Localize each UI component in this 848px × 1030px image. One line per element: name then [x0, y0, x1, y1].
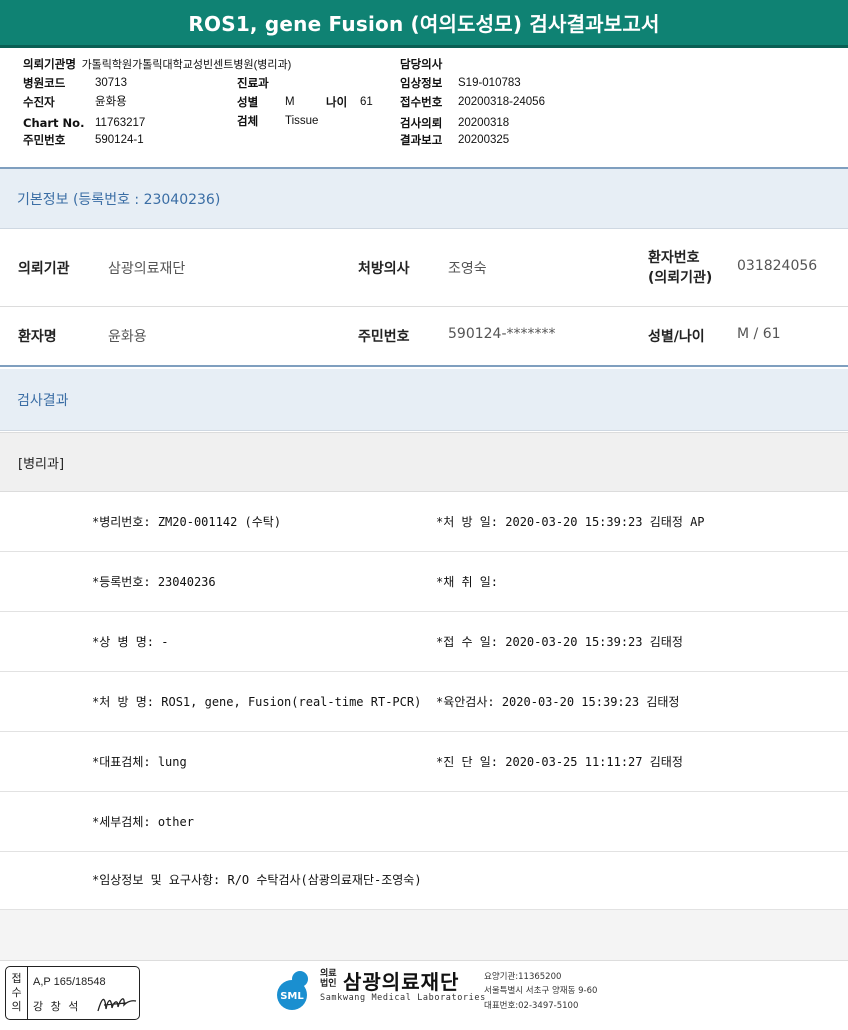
basic-info-header: 기본정보 (등록번호 : 23040236): [0, 167, 848, 229]
result-right: *채 취 일:: [436, 575, 499, 589]
company-name-en: Samkwang Medical Laboratories: [320, 993, 486, 1003]
patno-value: 031824056: [737, 258, 818, 274]
age-field: 나이 61: [326, 95, 373, 109]
result-right: *처 방 일: 2020-03-20 15:39:23 김태정 AP: [436, 515, 705, 529]
hosp-code-field: 병원코드 30713: [23, 76, 127, 90]
result-left: *등록번호: 23040236: [92, 575, 216, 589]
logo-mark-text: SML: [280, 991, 304, 1002]
company-phone: 대표번호:02-3497-5100: [484, 1001, 579, 1011]
result-report-field: 결과보고 20200325: [400, 133, 510, 147]
prescriber-value: 조영숙: [448, 261, 487, 277]
receipt-stamp: 접수의 A,P 165/18548 강 창 석: [5, 966, 140, 1020]
result-left: *병리번호: ZM20-001142 (수탁): [92, 515, 282, 529]
prescriber-label: 처방의사: [358, 261, 410, 277]
department-label: [병리과]: [18, 456, 65, 472]
test-request-field: 검사의뢰 20200318: [400, 116, 510, 130]
name-label: 환자명: [18, 329, 57, 345]
report-title: ROS1, gene Fusion (여의도성모) 검사결과보고서: [188, 12, 660, 36]
result-row: *등록번호: 23040236 *채 취 일:: [0, 552, 848, 612]
result-row: *임상정보 및 요구사항: R/O 수탁검사(삼광의료재단-조영숙): [0, 852, 848, 910]
rrn-value: 590124-*******: [448, 326, 556, 342]
results-header: 검사결과: [0, 369, 848, 431]
clinical-field: 임상정보 S19-010783: [400, 76, 521, 90]
patient-field: 수진자 윤화용: [23, 95, 127, 109]
sml-logo-icon: SML: [277, 971, 308, 1010]
basic-info-title: 기본정보 (등록번호 : 23040236): [17, 191, 221, 208]
receipt-number: A,P 165/18548: [33, 976, 106, 988]
sexage-value: M / 61: [737, 326, 781, 342]
receipt-person: 강 창 석: [33, 1000, 81, 1013]
name-value: 윤화용: [108, 329, 147, 345]
patno-sublabel: (의뢰기관): [648, 270, 713, 286]
department-row: [병리과]: [0, 432, 848, 492]
result-row: *병리번호: ZM20-001142 (수탁) *처 방 일: 2020-03-…: [0, 492, 848, 552]
result-right: *진 단 일: 2020-03-25 11:11:27 김태정: [436, 755, 683, 769]
result-right: *육안검사: 2020-03-20 15:39:23 김태정: [436, 695, 680, 709]
result-left: *임상정보 및 요구사항: R/O 수탁검사(삼광의료재단-조영숙): [92, 873, 422, 887]
sexage-label: 성별/나이: [648, 329, 705, 345]
req-org-field: 의뢰기관명 가톨릭학원가톨릭대학교성빈센트병원(병리과): [23, 57, 292, 71]
company-address: 서울특별시 서초구 양재동 9-60: [484, 986, 598, 996]
result-left: *상 병 명: -: [92, 635, 169, 649]
basic-info-row-1: 의뢰기관 삼광의료재단 처방의사 조영숙 환자번호 (의뢰기관) 0318240…: [0, 229, 848, 307]
receipt-no-field: 접수번호 20200318-24056: [400, 95, 545, 109]
result-right: *접 수 일: 2020-03-20 15:39:23 김태정: [436, 635, 683, 649]
basic-info-row-2: 환자명 윤화용 주민번호 590124-******* 성별/나이 M / 61: [0, 307, 848, 367]
result-left: *세부검체: other: [92, 815, 194, 829]
rrn-label: 주민번호: [358, 329, 410, 345]
org-label: 의뢰기관: [18, 261, 70, 277]
corporate-label: 의료 법인: [320, 969, 337, 989]
rrn-field: 주민번호 590124-1: [23, 133, 144, 147]
specimen-field: 검체 Tissue: [237, 114, 319, 128]
doctor-field: 담당의사: [400, 57, 443, 71]
patno-label: 환자번호: [648, 250, 700, 266]
report-title-bar: ROS1, gene Fusion (여의도성모) 검사결과보고서: [0, 0, 848, 48]
receipt-side-label: 접수의: [6, 967, 28, 1019]
result-left: *대표검체: lung: [92, 755, 187, 769]
result-row: *세부검체: other: [0, 792, 848, 852]
signature-icon: [97, 998, 137, 1012]
bottom-spacer: [0, 910, 848, 960]
results-title: 검사결과: [17, 392, 69, 409]
org-value: 삼광의료재단: [108, 261, 186, 277]
result-left: *처 방 명: ROS1, gene, Fusion(real-time RT-…: [92, 695, 422, 709]
sex-field: 성별 M: [237, 95, 295, 109]
result-row: *상 병 명: - *접 수 일: 2020-03-20 15:39:23 김태…: [0, 612, 848, 672]
dept-field: 진료과: [237, 76, 269, 90]
institution-code: 요양기관:11365200: [484, 972, 562, 982]
result-row: *처 방 명: ROS1, gene, Fusion(real-time RT-…: [0, 672, 848, 732]
result-row: *대표검체: lung *진 단 일: 2020-03-25 11:11:27 …: [0, 732, 848, 792]
company-name: 삼광의료재단: [343, 970, 460, 994]
chart-no-field: Chart No. 11763217: [23, 116, 146, 130]
footer: 접수의 A,P 165/18548 강 창 석 SML 의료 법인 삼광의료재단…: [0, 960, 848, 1030]
